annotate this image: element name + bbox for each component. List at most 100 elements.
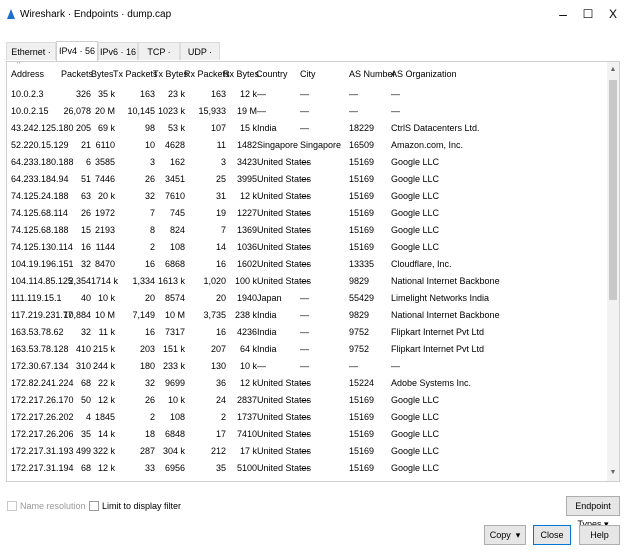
table-row[interactable]: 163.53.78.128 410 215 k 203 151 k 207 64 k Indi… — [7, 341, 607, 358]
table-row[interactable]: 172.30.67.134 310 244 k 180 233 k 130 10 k — — — — — [7, 358, 607, 375]
cell-tx-bytes: 1023 k — [157, 106, 185, 116]
cell-city: — — [300, 412, 309, 422]
cell-as-number: 9829 — [349, 276, 370, 286]
cell-rx-bytes: 10 k — [239, 361, 257, 371]
table-row[interactable]: 163.53.78.62 32 11 k 16 7317 16 4236 India — 9752… — [7, 324, 607, 341]
cell-tx-packets: 3 — [149, 157, 155, 167]
table-row[interactable]: 172.217.26.206 35 14 k 18 6848 17 7410 United S… — [7, 426, 607, 443]
cell-as-number: — — [349, 89, 358, 99]
cell-packets: 26 — [80, 208, 91, 218]
cell-packets: 32 — [80, 259, 91, 269]
close-window-button[interactable]: X — [600, 4, 626, 24]
name-resolution-checkbox[interactable] — [7, 501, 17, 511]
limit-filter-checkbox[interactable] — [89, 501, 99, 511]
table-row[interactable]: 10.0.2.3 326 35 k 163 23 k 163 12 k — — — — — [7, 86, 607, 103]
cell-bytes: 20 k — [97, 191, 115, 201]
col-bytes[interactable]: Bytes — [91, 69, 114, 79]
cell-as-number: 15169 — [349, 208, 375, 218]
close-button[interactable]: Close — [533, 525, 571, 545]
col-as-number[interactable]: AS Number — [349, 69, 396, 79]
cell-as-number: 13335 — [349, 259, 375, 269]
cell-tx-bytes: 8574 — [164, 293, 185, 303]
endpoints-table[interactable]: ^ Address Packets Bytes Tx Packets Tx By… — [6, 61, 620, 482]
col-tx-bytes[interactable]: Tx Bytes — [153, 69, 188, 79]
cell-rx-packets: 16 — [215, 327, 226, 337]
cell-city: — — [300, 310, 309, 320]
cell-rx-bytes: 5100 — [236, 463, 257, 473]
scroll-up-icon[interactable]: ▲ — [607, 64, 619, 76]
cell-address: 172.30.67.134 — [11, 361, 69, 371]
table-row[interactable]: 74.125.130.114 16 1144 2 108 14 1036 United Sta… — [7, 239, 607, 256]
cell-as-organization: Google LLC — [391, 463, 440, 473]
cell-city: — — [300, 123, 309, 133]
cell-as-organization: Google LLC — [391, 446, 440, 456]
table-row[interactable]: 74.125.68.188 15 2193 8 824 7 1369 United State… — [7, 222, 607, 239]
cell-as-number: 9752 — [349, 344, 370, 354]
table-row[interactable]: 117.219.231.77 10,884 10 M 7,149 10 M 3,735 23… — [7, 307, 607, 324]
scroll-down-icon[interactable]: ▼ — [607, 467, 619, 479]
tab-udp[interactable]: UDP · 164 — [180, 42, 220, 75]
col-tx-packets[interactable]: Tx Packets — [113, 69, 158, 79]
cell-city: — — [300, 327, 309, 337]
cell-tx-bytes: 824 — [169, 225, 185, 235]
cell-rx-packets: 25 — [215, 174, 226, 184]
table-row[interactable]: 43.242.125.180 205 69 k 98 53 k 107 15 k India —… — [7, 120, 607, 137]
minimize-button[interactable]: – — [550, 4, 576, 24]
col-as-organization[interactable]: AS Organization — [391, 69, 457, 79]
cell-packets: 68 — [80, 378, 91, 388]
cell-rx-packets: 11 — [216, 140, 226, 150]
table-row[interactable]: 10.0.2.15 26,078 20 M 10,145 1023 k 15,933 19 … — [7, 103, 607, 120]
tab-ipv4[interactable]: IPv4 · 56 — [56, 41, 98, 62]
col-packets[interactable]: Packets — [61, 69, 93, 79]
cell-tx-packets: 16 — [144, 259, 155, 269]
maximize-button[interactable]: ☐ — [575, 4, 601, 24]
table-row[interactable]: 111.119.15.1 40 10 k 20 8574 20 1940 Japan — 5542… — [7, 290, 607, 307]
cell-as-organization: Google LLC — [391, 174, 440, 184]
table-row[interactable]: 64.233.180.188 6 3585 3 162 3 3423 United State… — [7, 154, 607, 171]
table-row[interactable]: 172.82.241.224 68 22 k 32 9699 36 12 k United S… — [7, 375, 607, 392]
help-button[interactable]: Help — [579, 525, 620, 545]
col-rx-bytes[interactable]: Rx Bytes — [223, 69, 259, 79]
table-row[interactable]: 172.217.26.170 50 12 k 26 10 k 24 2837 United S… — [7, 392, 607, 409]
cell-as-number: 15224 — [349, 378, 375, 388]
cell-tx-bytes: 4628 — [164, 140, 185, 150]
cell-address: 74.125.68.188 — [11, 225, 69, 235]
col-address[interactable]: Address — [11, 69, 44, 79]
table-row[interactable]: 74.125.24.188 63 20 k 32 7610 31 12 k United St… — [7, 188, 607, 205]
cell-tx-packets: 33 — [144, 463, 155, 473]
cell-country: — — [257, 89, 266, 99]
cell-tx-bytes: 151 k — [162, 344, 185, 354]
vertical-scrollbar[interactable]: ▲ ▼ — [607, 62, 619, 481]
wireshark-logo-icon — [7, 9, 15, 19]
tab-ipv6[interactable]: IPv6 · 16 — [98, 42, 138, 60]
cell-as-number: 15169 — [349, 242, 375, 252]
table-row[interactable]: 104.19.196.151 32 8470 16 6868 16 1602 United S… — [7, 256, 607, 273]
cell-tx-packets: 16 — [144, 327, 155, 337]
cell-bytes: 1144 — [95, 242, 115, 252]
cell-packets: 2,354 — [68, 276, 91, 286]
cell-city: — — [300, 446, 309, 456]
cell-city: — — [300, 174, 309, 184]
endpoint-types-button[interactable]: Endpoint Types ▾ — [566, 496, 620, 529]
table-row[interactable]: 52.220.15.129 21 6110 10 4628 11 1482 Singapore… — [7, 137, 607, 154]
col-city[interactable]: City — [300, 69, 316, 79]
table-row[interactable]: 172.217.31.194 68 12 k 33 6956 35 5100 United S… — [7, 460, 607, 477]
cell-as-organization: National Internet Backbone — [391, 276, 500, 286]
cell-tx-packets: 32 — [144, 378, 155, 388]
copy-button[interactable]: Copy ▾ — [484, 525, 526, 545]
scrollbar-thumb[interactable] — [609, 80, 617, 300]
cell-rx-bytes: 19 M — [236, 106, 257, 116]
table-row[interactable]: 74.125.68.114 26 1972 7 745 19 1227 United Stat… — [7, 205, 607, 222]
table-row[interactable]: 64.233.184.94 51 7446 26 3451 25 3995 United St… — [7, 171, 607, 188]
table-row[interactable]: 172.217.31.193 499 322 k 287 304 k 212 17 k Uni… — [7, 443, 607, 460]
cell-rx-bytes: 238 k — [234, 310, 257, 320]
table-row[interactable]: 172.217.26.202 4 1845 2 108 2 1737 United State… — [7, 409, 607, 426]
tab-tcp[interactable]: TCP · 216 — [138, 42, 180, 75]
cell-as-organization: Cloudflare, Inc. — [391, 259, 452, 269]
table-row[interactable]: 104.114.85.125 2,354 1714 k 1,334 1613 k 1,02… — [7, 273, 607, 290]
tab-ethernet[interactable]: Ethernet · 14 — [6, 42, 56, 75]
cell-packets: 15 — [80, 225, 91, 235]
col-country[interactable]: Country — [256, 69, 288, 79]
cell-tx-bytes: 3451 — [164, 174, 185, 184]
cell-as-number: 55429 — [349, 293, 375, 303]
